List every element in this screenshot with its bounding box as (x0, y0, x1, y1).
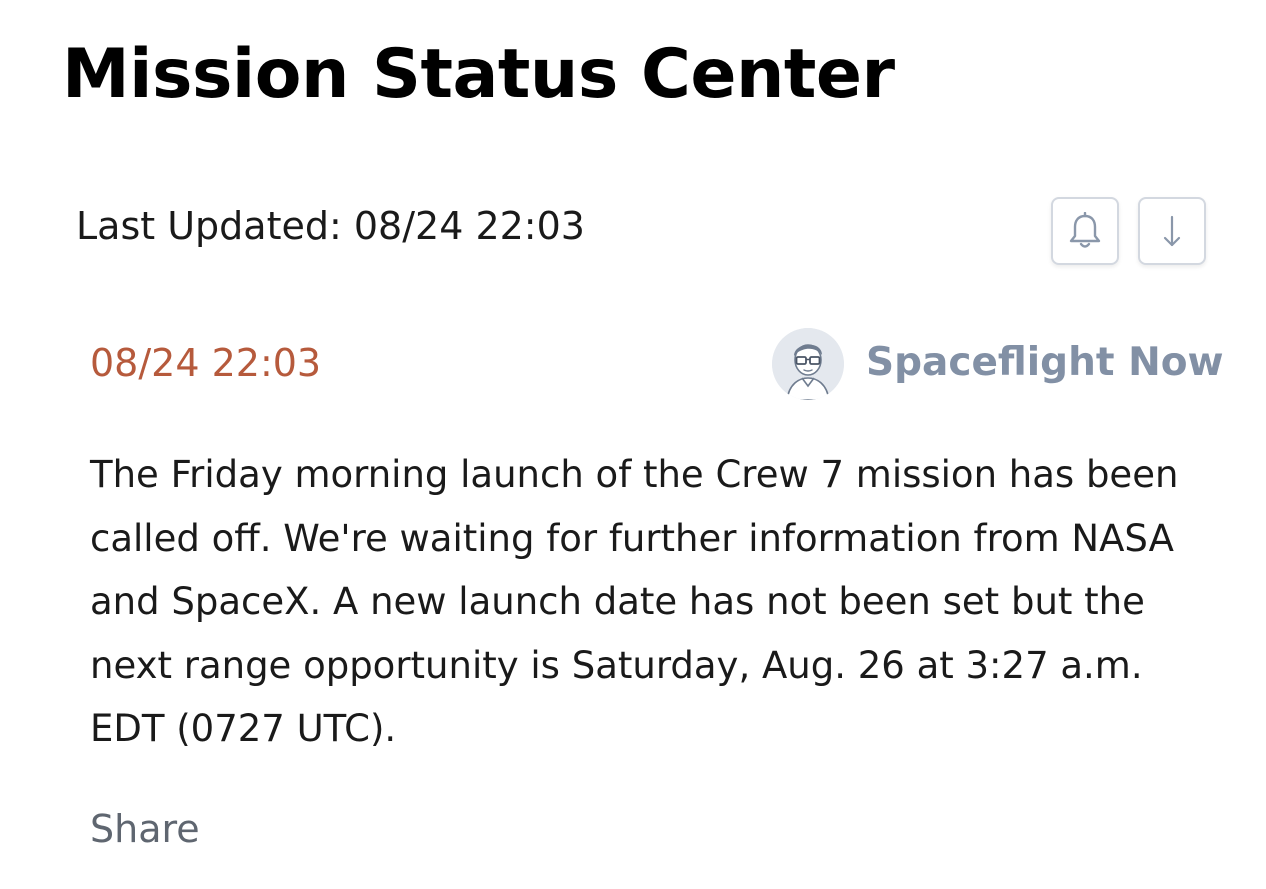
person-avatar-icon (772, 328, 844, 400)
page-title: Mission Status Center (62, 35, 895, 114)
entry-timestamp: 08/24 22:03 (90, 341, 322, 385)
last-updated-text: Last Updated: 08/24 22:03 (76, 204, 585, 248)
bell-icon (1068, 212, 1102, 250)
notifications-button[interactable] (1051, 197, 1119, 265)
share-link[interactable]: Share (90, 806, 200, 852)
download-button[interactable] (1138, 197, 1206, 265)
entry-body-text: The Friday morning launch of the Crew 7 … (90, 453, 1179, 750)
author-name[interactable]: Spaceflight Now (866, 340, 1224, 386)
down-arrow-icon (1162, 213, 1182, 249)
